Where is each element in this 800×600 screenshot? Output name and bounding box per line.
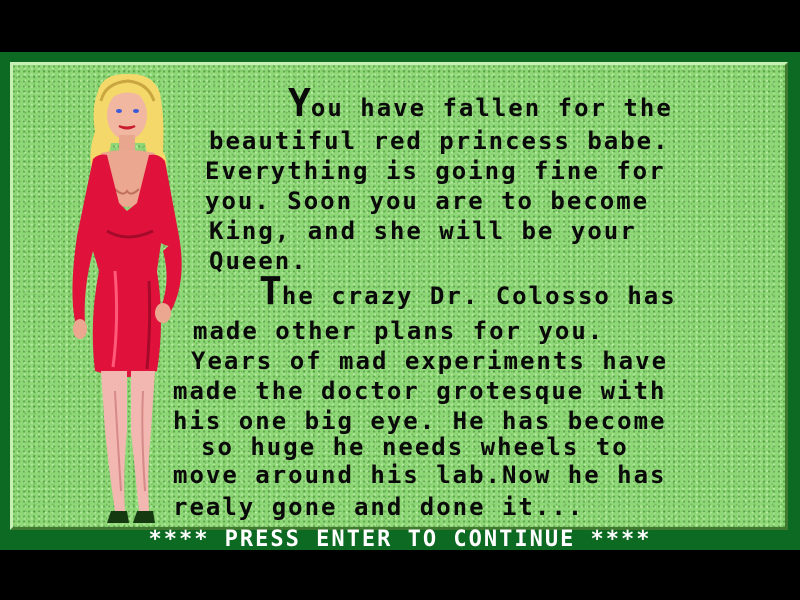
story-line: King, and she will be your	[209, 217, 637, 245]
story-line: made other plans for you.	[193, 317, 605, 345]
game-screen: You have fallen for the beautiful red pr…	[0, 0, 800, 600]
story-line: move around his lab.Now he has	[173, 461, 667, 489]
story-line: You have fallen for the	[288, 84, 673, 122]
story-line: his one big eye. He has become	[173, 407, 667, 435]
story-line: The crazy Dr. Colosso has	[259, 272, 677, 310]
dropcap-letter: T	[259, 269, 282, 313]
story-line: Everything is going fine for	[205, 157, 666, 185]
story-line: Years of mad experiments have	[191, 347, 669, 375]
story-line: beautiful red princess babe.	[209, 127, 670, 155]
continue-prompt[interactable]: **** PRESS ENTER TO CONTINUE ****	[0, 527, 800, 553]
story-line: you. Soon you are to become	[205, 187, 650, 215]
story-line-text: he crazy Dr. Colosso has	[281, 282, 677, 310]
story-line: so huge he needs wheels to	[201, 433, 629, 461]
story-line-text: ou have fallen for the	[310, 94, 673, 122]
story-panel: You have fallen for the beautiful red pr…	[10, 62, 788, 530]
story-line: realy gone and done it...	[173, 493, 585, 521]
story-line: made the doctor grotesque with	[173, 377, 667, 405]
dropcap-letter: Y	[288, 81, 311, 125]
